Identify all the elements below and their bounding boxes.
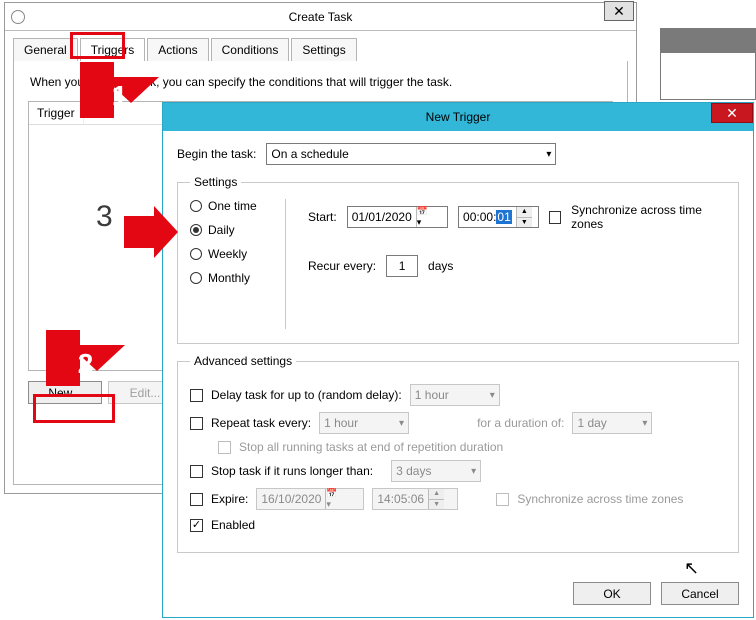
enabled-label: Enabled xyxy=(211,518,255,532)
advanced-group: Advanced settings Delay task for up to (… xyxy=(177,354,739,553)
sync-timezones-checkbox[interactable] xyxy=(549,211,561,224)
sync2-label: Synchronize across time zones xyxy=(517,492,683,506)
duration-label: for a duration of: xyxy=(477,416,564,430)
sync-timezones-label: Synchronize across time zones xyxy=(571,203,726,231)
task-scheduler-icon xyxy=(11,10,25,24)
frequency-radios: One time Daily Weekly Monthly xyxy=(190,199,286,329)
background-panel xyxy=(660,28,756,100)
annotation-arrow-3 xyxy=(124,216,178,258)
begin-task-label: Begin the task: xyxy=(177,147,256,161)
delay-checkbox[interactable] xyxy=(190,389,203,402)
stop-long-checkbox[interactable] xyxy=(190,465,203,478)
close-button[interactable]: ✕ xyxy=(604,1,634,21)
repeat-select: 1 hour▾ xyxy=(319,412,409,434)
start-date-input[interactable]: 01/01/2020 📅▾ xyxy=(347,206,448,228)
annotation-number-3: 3 xyxy=(96,200,113,234)
tab-triggers[interactable]: Triggers xyxy=(80,38,146,62)
delay-label: Delay task for up to (random delay): xyxy=(211,388,402,402)
duration-select: 1 day▾ xyxy=(572,412,652,434)
begin-task-value: On a schedule xyxy=(271,147,348,161)
stop-all-label: Stop all running tasks at end of repetit… xyxy=(239,440,503,454)
calendar-icon[interactable]: 📅▾ xyxy=(416,207,432,227)
radio-one-time[interactable]: One time xyxy=(190,199,279,213)
settings-group: Settings One time Daily Weekly Monthly S… xyxy=(177,175,739,344)
calendar-icon: 📅▾ xyxy=(325,489,341,509)
radio-daily[interactable]: Daily xyxy=(190,223,279,237)
new-trigger-dialog: New Trigger ✕ Begin the task: On a sched… xyxy=(162,102,754,618)
recur-unit: days xyxy=(428,259,453,273)
repeat-label: Repeat task every: xyxy=(211,416,311,430)
chevron-down-icon: ▾ xyxy=(540,149,551,160)
stop-long-label: Stop task if it runs longer than: xyxy=(211,464,373,478)
col-trigger[interactable]: Trigger xyxy=(29,102,84,124)
radio-weekly[interactable]: Weekly xyxy=(190,247,279,261)
cancel-button[interactable]: Cancel xyxy=(661,582,739,605)
tab-actions[interactable]: Actions xyxy=(147,38,208,62)
chevron-down-icon: ▾ xyxy=(393,418,404,429)
chevron-down-icon: ▾ xyxy=(465,466,476,477)
spinner-icon[interactable]: ▲▼ xyxy=(516,207,532,227)
tab-general[interactable]: General xyxy=(13,38,78,62)
create-task-titlebar: Create Task ✕ xyxy=(5,3,636,31)
new-trigger-body: Begin the task: On a schedule ▾ Settings… xyxy=(177,143,739,605)
tab-settings[interactable]: Settings xyxy=(291,38,356,62)
expire-time-input: 14:05:06▲▼ xyxy=(372,488,458,510)
settings-legend: Settings xyxy=(190,175,241,189)
annotation-arrow-2: 2 xyxy=(46,330,125,386)
dialog-buttons: OK Cancel xyxy=(573,582,739,605)
stop-long-select: 3 days▾ xyxy=(391,460,481,482)
radio-monthly[interactable]: Monthly xyxy=(190,271,279,285)
expire-label: Expire: xyxy=(211,492,248,506)
mouse-cursor-icon: ↖ xyxy=(684,558,699,579)
stop-all-checkbox xyxy=(218,441,231,454)
repeat-checkbox[interactable] xyxy=(190,417,203,430)
daily-settings: Start: 01/01/2020 📅▾ 00:00:01 ▲▼ Synchro… xyxy=(308,203,726,277)
tab-conditions[interactable]: Conditions xyxy=(211,38,290,62)
sync2-checkbox xyxy=(496,493,509,506)
start-label: Start: xyxy=(308,210,337,224)
expire-date-input: 16/10/2020📅▾ xyxy=(256,488,364,510)
enabled-checkbox[interactable] xyxy=(190,519,203,532)
annotation-arrow-1: 1 xyxy=(80,62,159,118)
expire-checkbox[interactable] xyxy=(190,493,203,506)
recur-input[interactable]: 1 xyxy=(386,255,418,277)
begin-task-select[interactable]: On a schedule ▾ xyxy=(266,143,556,165)
spinner-icon: ▲▼ xyxy=(428,489,444,509)
advanced-legend: Advanced settings xyxy=(190,354,296,368)
close-button[interactable]: ✕ xyxy=(711,103,753,123)
recur-label: Recur every: xyxy=(308,259,376,273)
chevron-down-icon: ▾ xyxy=(636,418,647,429)
new-trigger-titlebar: New Trigger ✕ xyxy=(163,103,753,131)
chevron-down-icon: ▾ xyxy=(484,390,495,401)
new-trigger-title: New Trigger xyxy=(163,110,753,124)
ok-button[interactable]: OK xyxy=(573,582,651,605)
tab-strip: General Triggers Actions Conditions Sett… xyxy=(13,37,628,62)
start-time-input[interactable]: 00:00:01 ▲▼ xyxy=(458,206,539,228)
delay-select: 1 hour▾ xyxy=(410,384,500,406)
create-task-title: Create Task xyxy=(5,10,636,24)
